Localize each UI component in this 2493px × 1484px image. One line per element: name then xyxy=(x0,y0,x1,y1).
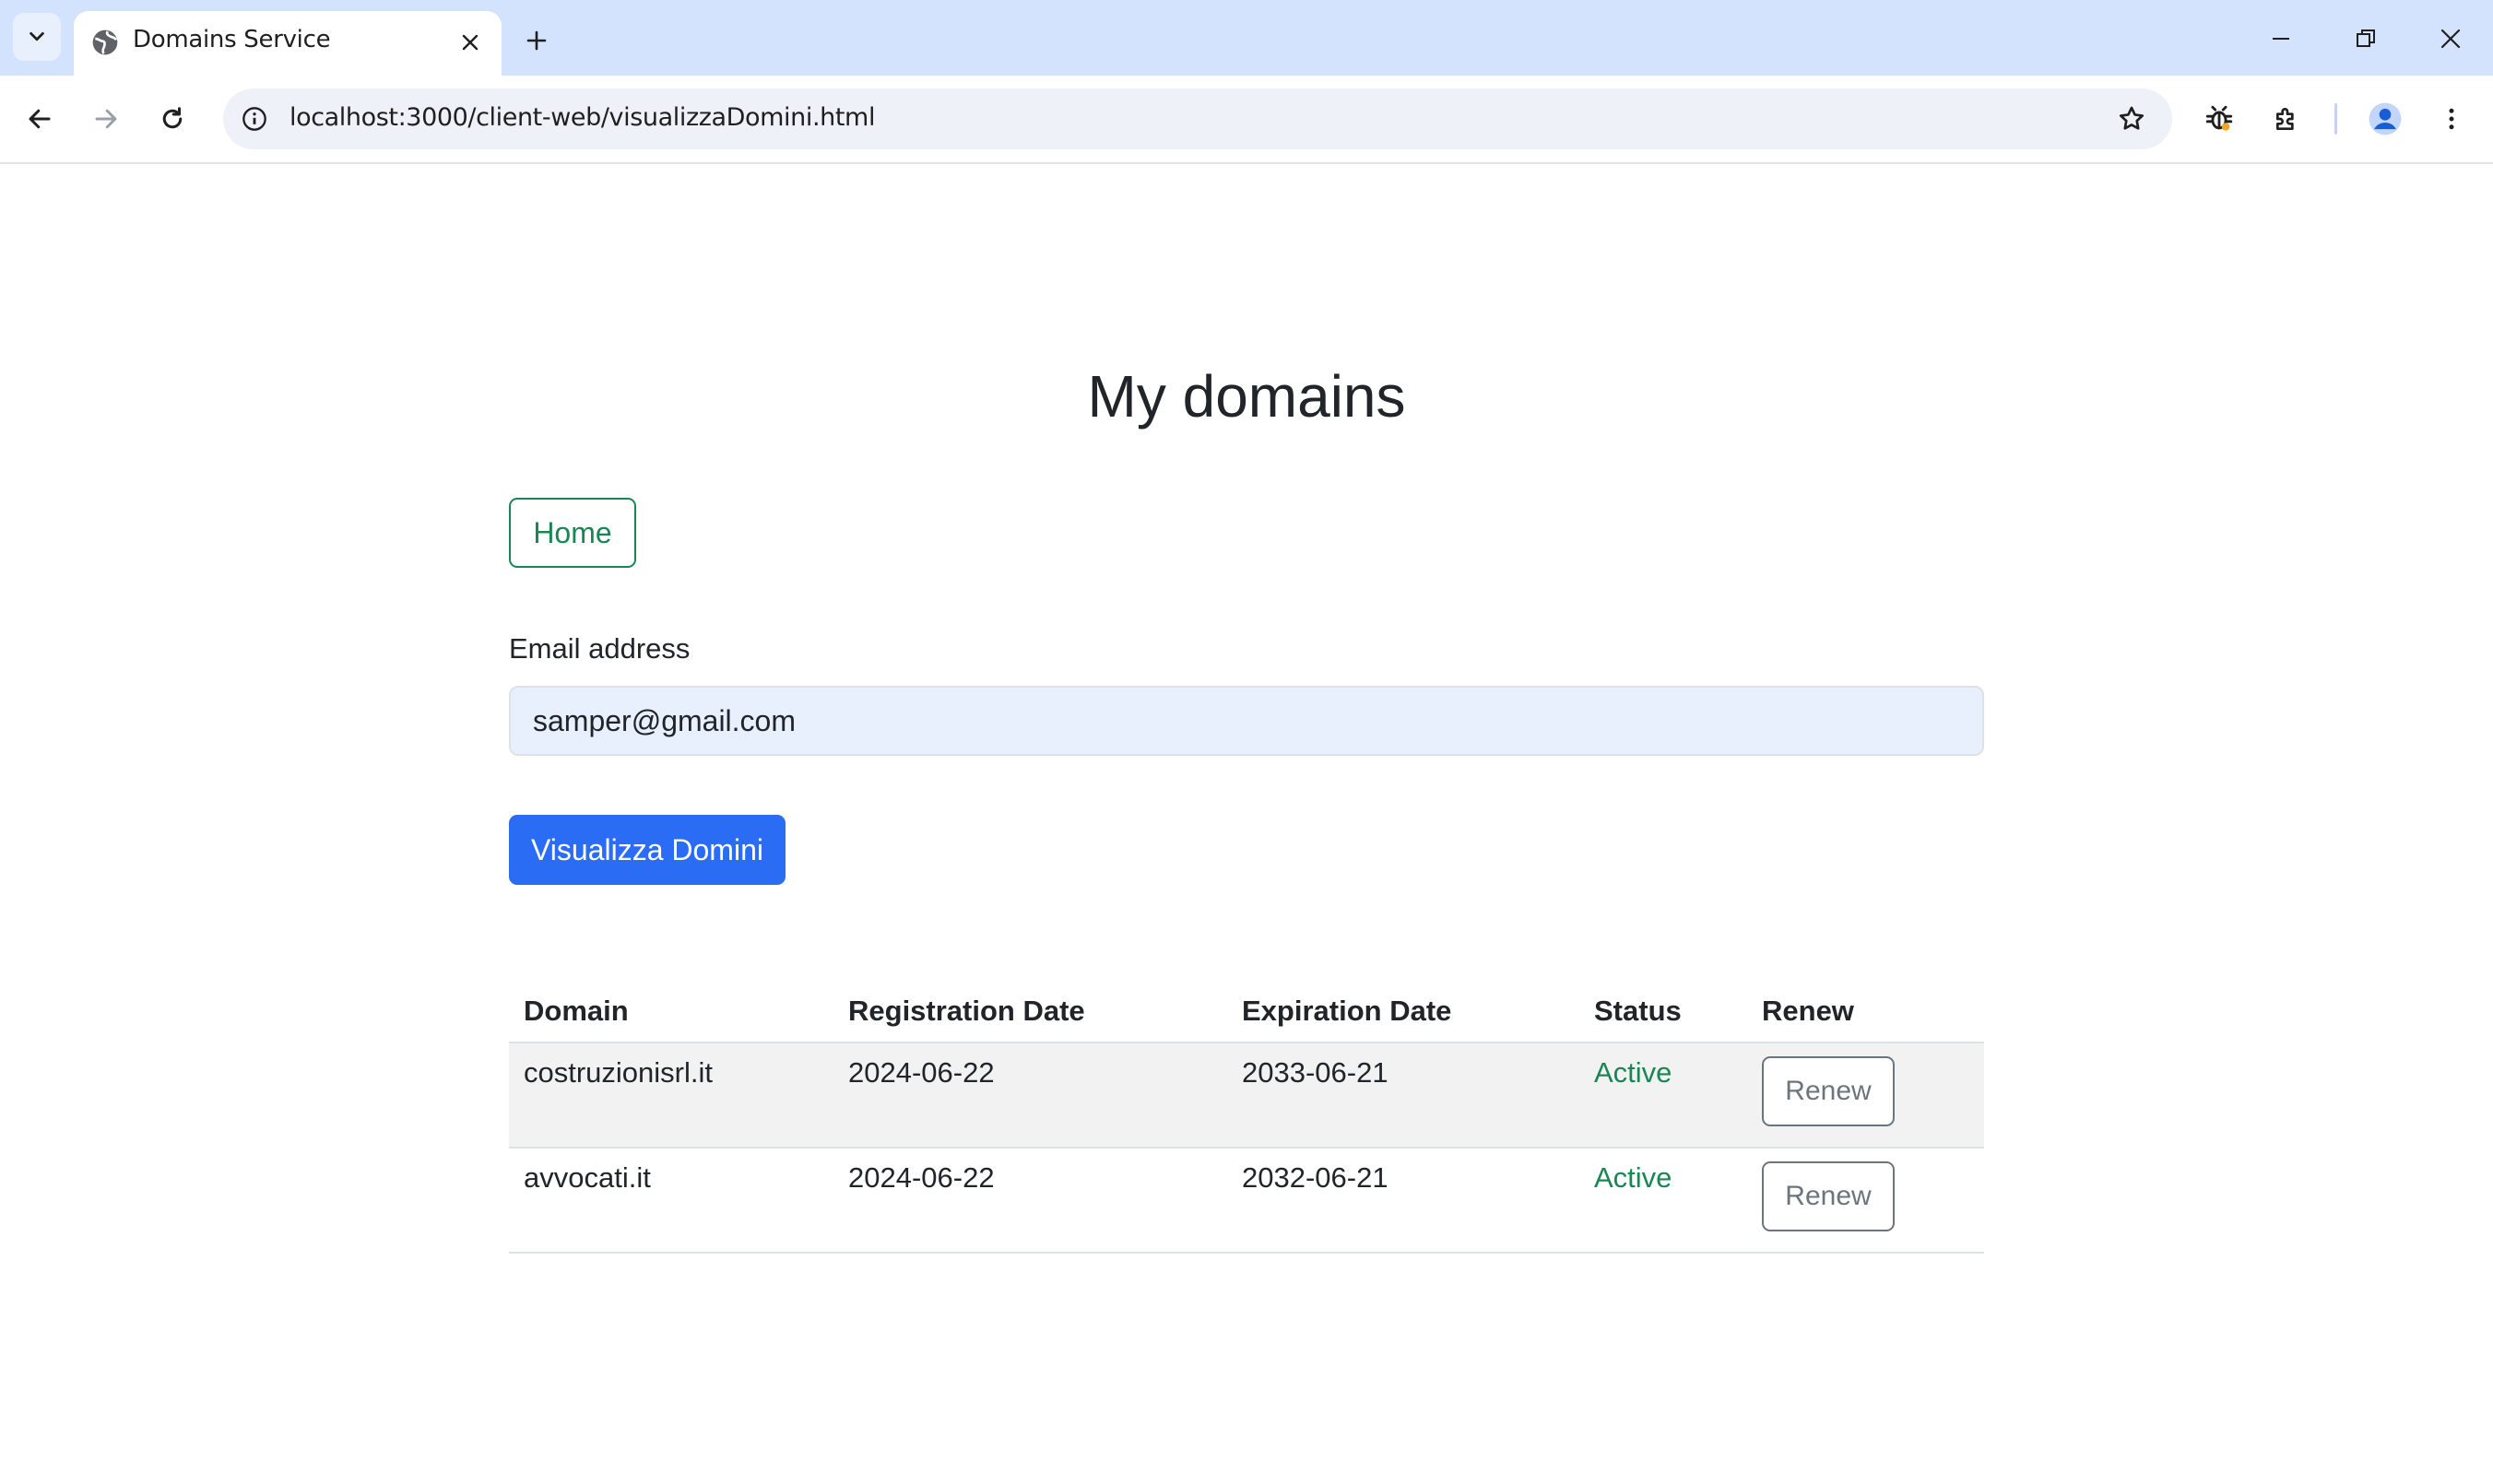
domains-table: Domain Registration Date Expiration Date… xyxy=(509,981,1984,1254)
header-status: Status xyxy=(1579,981,1747,1043)
header-domain: Domain xyxy=(509,981,833,1043)
toolbar-separator xyxy=(2334,103,2337,135)
close-window-button[interactable] xyxy=(2423,13,2478,65)
expiration-date-cell: 2032-06-21 xyxy=(1227,1148,1579,1254)
status-cell: Active xyxy=(1579,1042,1747,1148)
expiration-date-cell: 2033-06-21 xyxy=(1227,1042,1579,1148)
bug-icon xyxy=(2205,105,2233,131)
domain-cell: costruzionisrl.it xyxy=(509,1042,833,1148)
url-text[interactable]: localhost:3000/client-web/visualizzaDomi… xyxy=(289,103,875,132)
menu-button[interactable] xyxy=(2428,96,2475,142)
avatar-icon xyxy=(2369,102,2402,135)
browser-toolbar: localhost:3000/client-web/visualizzaDomi… xyxy=(0,76,2493,164)
close-icon xyxy=(2440,29,2461,49)
profile-button[interactable] xyxy=(2362,96,2408,142)
restore-icon xyxy=(2357,29,2375,47)
reload-button[interactable] xyxy=(149,96,195,142)
registration-date-cell: 2024-06-22 xyxy=(833,1148,1227,1254)
reload-icon xyxy=(162,107,183,129)
arrow-right-icon xyxy=(95,109,117,129)
arrow-left-icon xyxy=(29,109,51,129)
chevron-down-icon xyxy=(30,31,44,41)
globe-icon xyxy=(92,29,118,55)
restore-button[interactable] xyxy=(2338,13,2393,65)
page-title: My domains xyxy=(1087,363,1406,430)
renew-cell: Renew xyxy=(1747,1148,1984,1254)
tab-title: Domains Service xyxy=(133,26,331,53)
table-header-row: Domain Registration Date Expiration Date… xyxy=(509,981,1984,1043)
renew-button[interactable]: Renew xyxy=(1762,1056,1895,1126)
header-renew: Renew xyxy=(1747,981,1984,1043)
home-button[interactable]: Home xyxy=(509,498,636,568)
bookmark-button[interactable] xyxy=(2111,99,2152,139)
new-tab-button[interactable] xyxy=(516,20,557,61)
email-input[interactable] xyxy=(509,686,1984,756)
browser-tab-bar: Domains Service xyxy=(0,0,2493,76)
extensions-button[interactable] xyxy=(2264,96,2310,142)
back-button[interactable] xyxy=(17,96,63,142)
registration-date-cell: 2024-06-22 xyxy=(833,1042,1227,1148)
site-info-button[interactable] xyxy=(234,99,275,139)
header-registration-date: Registration Date xyxy=(833,981,1227,1043)
renew-cell: Renew xyxy=(1747,1042,1984,1148)
more-vertical-icon xyxy=(2449,108,2454,130)
info-icon xyxy=(242,107,266,131)
table-row: avvocati.it 2024-06-22 2032-06-21 Active… xyxy=(509,1148,1984,1254)
minimize-button[interactable] xyxy=(2253,13,2309,65)
status-cell: Active xyxy=(1579,1148,1747,1254)
address-bar[interactable]: localhost:3000/client-web/visualizzaDomi… xyxy=(223,88,2172,149)
extension-bug-button[interactable] xyxy=(2196,96,2242,142)
domain-cell: avvocati.it xyxy=(509,1148,833,1254)
tab-search-button[interactable] xyxy=(13,13,61,61)
close-icon xyxy=(462,34,479,51)
forward-button[interactable] xyxy=(83,96,129,142)
plus-icon xyxy=(526,30,547,51)
email-label: Email address xyxy=(509,632,691,665)
puzzle-icon xyxy=(2276,108,2294,130)
tab-close-button[interactable] xyxy=(454,26,487,59)
table-row: costruzionisrl.it 2024-06-22 2033-06-21 … xyxy=(509,1042,1984,1148)
browser-tab[interactable]: Domains Service xyxy=(74,11,502,76)
visualizza-domini-button[interactable]: Visualizza Domini xyxy=(509,815,786,885)
renew-button[interactable]: Renew xyxy=(1762,1161,1895,1231)
minimize-icon xyxy=(2273,38,2289,40)
header-expiration-date: Expiration Date xyxy=(1227,981,1579,1043)
star-icon xyxy=(2119,106,2144,130)
